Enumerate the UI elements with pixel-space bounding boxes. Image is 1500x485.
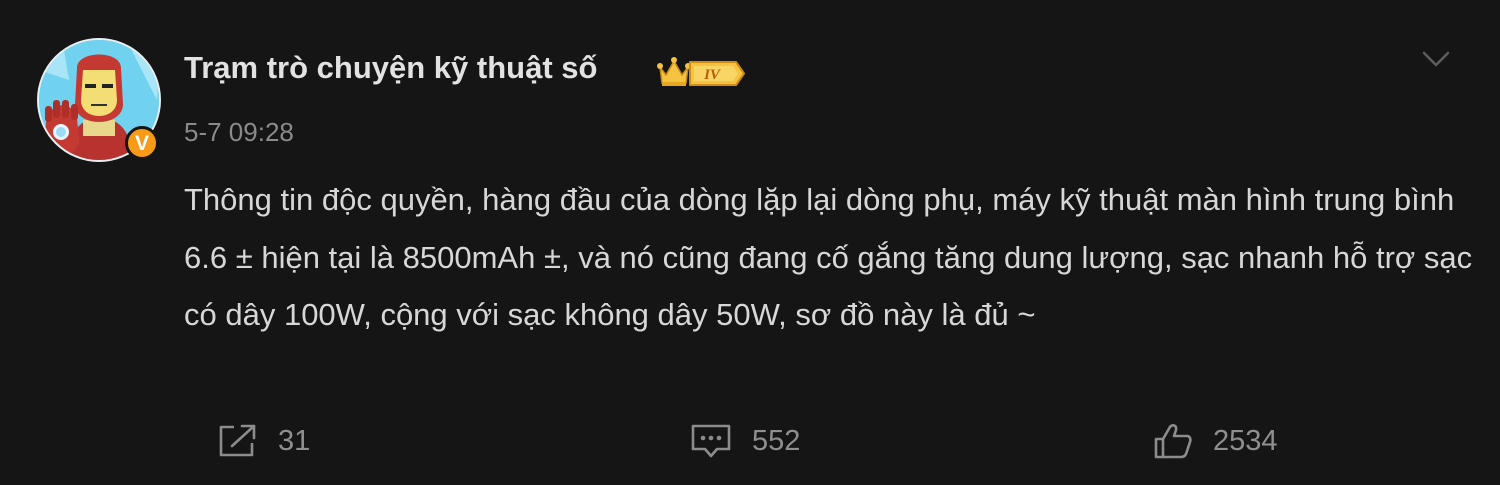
level-badge: IV bbox=[689, 61, 745, 86]
verified-badge-mark: V bbox=[134, 131, 149, 155]
weibo-post-card: V Trạm trò chuyện kỹ thuật số IV 5-7 09:… bbox=[0, 0, 1500, 485]
thumbs-up-icon bbox=[1154, 424, 1192, 459]
like-count: 2534 bbox=[1213, 424, 1278, 457]
comment-count: 552 bbox=[752, 424, 801, 457]
level-badge-text: IV bbox=[703, 67, 722, 83]
post-timestamp[interactable]: 5-7 09:28 bbox=[184, 117, 294, 148]
like-button[interactable]: 2534 bbox=[1153, 421, 1278, 461]
verified-badge: V bbox=[125, 126, 159, 160]
share-icon bbox=[219, 424, 256, 457]
avatar[interactable]: V bbox=[37, 38, 161, 162]
chevron-down-icon[interactable] bbox=[1420, 46, 1452, 72]
post-content: Thông tin độc quyền, hàng đầu của dòng l… bbox=[184, 182, 1473, 332]
username[interactable]: Trạm trò chuyện kỹ thuật số bbox=[184, 50, 597, 86]
comment-button[interactable]: 552 bbox=[690, 421, 800, 461]
share-count: 31 bbox=[278, 424, 311, 457]
crown-icon bbox=[657, 57, 691, 86]
comment-icon bbox=[691, 424, 731, 458]
share-button[interactable]: 31 bbox=[218, 421, 310, 461]
